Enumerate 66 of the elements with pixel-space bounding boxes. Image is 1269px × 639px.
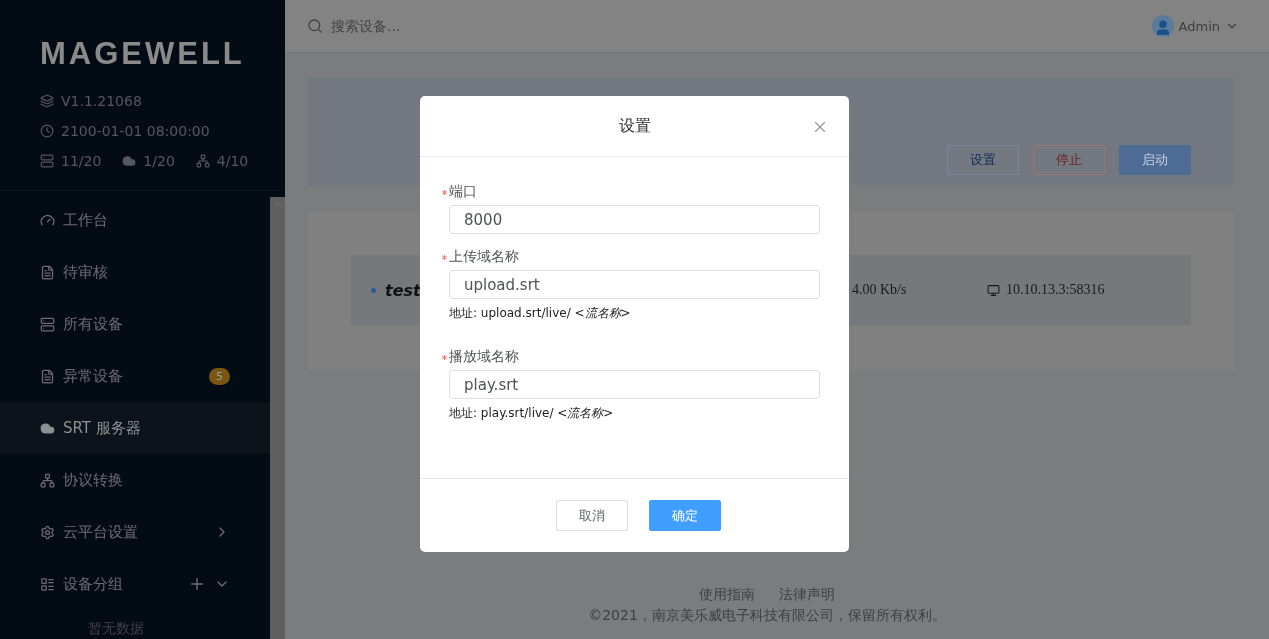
cancel-button[interactable]: 取消 [556, 500, 628, 531]
field-label: 上传域名称 [449, 248, 519, 266]
nav-label: 云平台设置 [63, 522, 139, 542]
nav-item[interactable]: 云平台设置 [0, 506, 270, 558]
field-label: 端口 [449, 183, 477, 201]
footer-link[interactable]: 法律声明 [779, 586, 835, 604]
action-button[interactable]: 启动 [1119, 145, 1191, 175]
status-dot [371, 287, 376, 293]
dialog-title: 设置 [618, 115, 651, 137]
nav-item[interactable]: 工作台 [0, 194, 270, 246]
time-text: 2100-01-01 08:00:00 [61, 123, 210, 139]
nav-label: SRT 服务器 [63, 418, 142, 438]
gear-icon [40, 524, 55, 540]
nav-item[interactable]: 待审核 [0, 246, 270, 298]
document-icon [40, 368, 55, 384]
scrollbar[interactable] [270, 197, 285, 639]
address-text: 10.10.13.3:58316 [1006, 282, 1105, 298]
footer-link[interactable]: 使用指南 [699, 586, 755, 604]
stat-count: 11/20 [61, 153, 102, 169]
plus-icon[interactable] [188, 575, 206, 593]
cloud-icon [122, 154, 137, 168]
nav-label: 设备分组 [63, 574, 124, 594]
scroll-up-icon[interactable] [273, 201, 282, 207]
clock-icon [40, 124, 54, 138]
search-field[interactable]: 搜索设备... [329, 17, 529, 35]
layers-icon [40, 94, 54, 108]
document-icon [40, 264, 55, 280]
action-button[interactable]: 设置 [947, 145, 1019, 175]
nav-label: 异常设备 [63, 366, 124, 386]
nav-label: 待审核 [63, 262, 109, 282]
input-field[interactable]: 8000 [449, 205, 820, 234]
server-icon [40, 154, 54, 168]
network-icon [40, 472, 55, 488]
nav-item[interactable]: 设备分组 [0, 558, 270, 610]
network-icon [195, 154, 210, 168]
nav-label: 协议转换 [63, 470, 124, 490]
action-button[interactable]: 停止 [1033, 145, 1105, 175]
cloud-icon [40, 420, 55, 436]
nav-item[interactable]: SRT 服务器 [0, 402, 270, 454]
count-badge: 5 [209, 367, 230, 385]
address-hint: 地址: play.srt/live/ <流名称> [449, 405, 615, 422]
empty-text: 暂无数据 [87, 620, 145, 638]
field-label: 播放域名称 [449, 348, 519, 366]
gauge-icon [40, 212, 55, 228]
list-icon [40, 576, 55, 592]
user-name[interactable]: Admin [1178, 18, 1220, 34]
search-icon [307, 18, 323, 34]
input-field[interactable]: upload.srt [449, 270, 820, 299]
monitor-icon [987, 283, 1000, 297]
address-hint: 地址: upload.srt/live/ <流名称> [449, 305, 632, 322]
input-field[interactable]: play.srt [449, 370, 820, 399]
stat-count: 4/10 [216, 153, 249, 169]
version-text: V1.1.21068 [61, 93, 142, 109]
stream-name: test [385, 280, 421, 300]
nav-label: 工作台 [63, 210, 109, 230]
stat-count: 1/20 [143, 153, 175, 169]
logo: MAGEWELL [40, 36, 246, 72]
nav-item[interactable]: 所有设备 [0, 298, 270, 350]
confirm-button[interactable]: 确定 [649, 500, 721, 531]
copyright-text: ©2021，南京美乐威电子科技有限公司，保留所有权利。 [588, 607, 946, 625]
avatar-icon [1151, 15, 1174, 37]
nav-item[interactable]: 异常设备 5 [0, 350, 270, 402]
nav-label: 所有设备 [63, 314, 124, 334]
bitrate-text: 4.00 Kb/s [852, 282, 907, 298]
nav-item[interactable]: 协议转换 [0, 454, 270, 506]
server-icon [40, 316, 55, 332]
